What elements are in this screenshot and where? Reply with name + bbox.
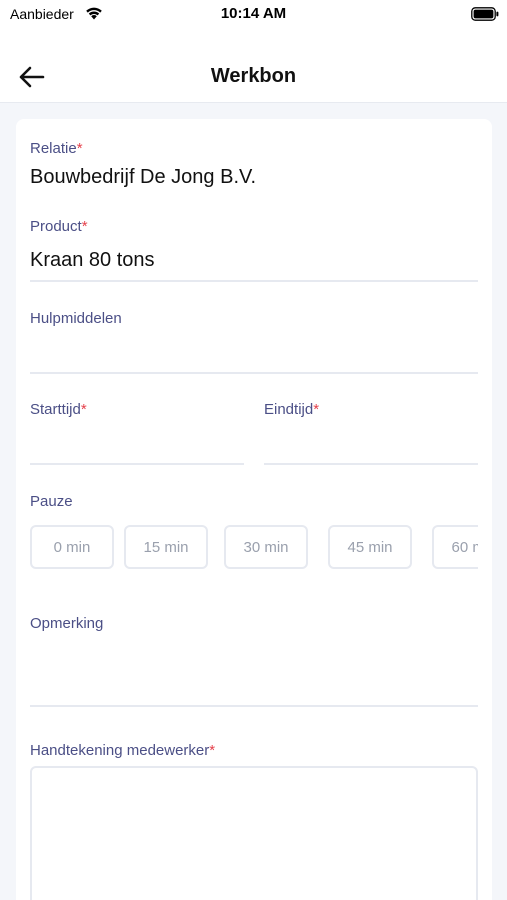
pauze-chip-0[interactable]: 0 min <box>30 525 114 569</box>
status-bar: Aanbieder 10:14 AM <box>0 0 507 30</box>
opmerking-label: Opmerking <box>30 615 104 632</box>
pauze-chip-60[interactable]: 60 min <box>432 525 478 569</box>
opmerking-underline <box>30 705 478 707</box>
clock: 10:14 AM <box>220 5 287 22</box>
opmerking-field[interactable] <box>30 639 478 705</box>
form-card: Relatie* Bouwbedrijf De Jong B.V. Produc… <box>16 119 492 900</box>
page-title: Werkbon <box>210 65 297 87</box>
werkbon-screen: Aanbieder 10:14 AM Werkbon Relatie* Bouw… <box>0 0 507 900</box>
nav-header: Werkbon <box>0 30 507 103</box>
signature-pad[interactable] <box>30 766 478 900</box>
pauze-chip-45[interactable]: 45 min <box>328 525 412 569</box>
pauze-chip-30[interactable]: 30 min <box>224 525 308 569</box>
pauze-chip-15[interactable]: 15 min <box>124 525 208 569</box>
required-marker: * <box>209 742 216 759</box>
battery-icon <box>471 7 499 21</box>
handtekening-label: Handtekening medewerker* <box>30 742 216 759</box>
pauze-options: 0 min 15 min 30 min 45 min 60 min <box>16 119 478 619</box>
